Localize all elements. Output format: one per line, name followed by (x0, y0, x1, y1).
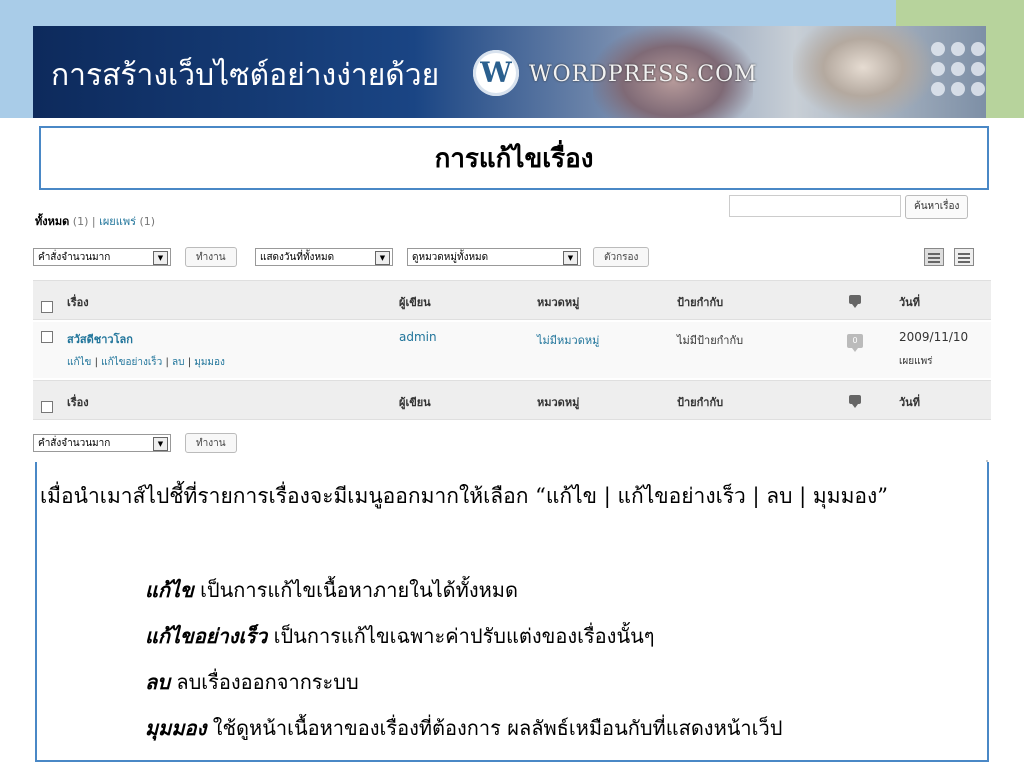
list-view-icon[interactable] (924, 248, 944, 266)
row-action-edit[interactable]: แก้ไข (67, 357, 91, 368)
comments-column-icon (849, 395, 861, 408)
explanation-term: ลบ (145, 670, 170, 694)
explanation-item-quick-edit: แก้ไขอย่างเร็ว เป็นการแก้ไขเฉพาะค่าปรับแ… (145, 620, 655, 652)
column-date[interactable]: วันที่ (899, 393, 920, 411)
chevron-down-icon: ▼ (153, 437, 168, 451)
column-title[interactable]: เรื่อง (67, 393, 89, 411)
header-banner: การสร้างเว็บไซต์อย่างง่ายด้วย W WORDPRES… (33, 26, 986, 118)
table-footer: เรื่อง ผู้เขียน หมวดหมู่ ป้ายกำกับ วันที… (33, 380, 991, 420)
post-status: เผยแพร่ (899, 356, 933, 367)
filter-all-link[interactable]: ทั้งหมด (35, 215, 69, 228)
section-title: การแก้ไขเรื่อง (39, 126, 989, 190)
search-input[interactable] (729, 195, 901, 217)
chevron-down-icon: ▼ (153, 251, 168, 265)
banner-photo-right (793, 26, 933, 118)
wordpress-logo-icon: W (473, 50, 519, 96)
column-categories: หมวดหมู่ (537, 296, 580, 309)
row-action-separator: | (165, 357, 169, 368)
post-author-link[interactable]: admin (399, 330, 437, 344)
date-filter-select[interactable]: แสดงวันที่ทั้งหมด ▼ (255, 248, 393, 266)
row-actions: แก้ไข | แก้ไขอย่างเร็ว | ลบ | มุมมอง (67, 355, 225, 370)
post-category-link[interactable]: ไม่มีหมวดหมู่ (537, 331, 599, 349)
chevron-down-icon: ▼ (375, 251, 390, 265)
banner-title: การสร้างเว็บไซต์อย่างง่ายด้วย (51, 58, 440, 93)
explanation-box: เมื่อนำเมาส์ไปชี้ที่รายการเรื่องจะมีเมนู… (35, 462, 989, 762)
explanation-term: แก้ไขอย่างเร็ว (145, 624, 268, 648)
row-action-separator: | (94, 357, 98, 368)
filter-separator: | (91, 215, 96, 228)
row-action-delete[interactable]: ลบ (172, 357, 184, 368)
filter-button[interactable]: ตัวกรอง (593, 247, 650, 267)
column-title[interactable]: เรื่อง (67, 293, 89, 311)
bulk-action-value: คำสั่งจำนวนมาก (38, 252, 111, 263)
search-posts-button[interactable]: ค้นหาเรื่อง (905, 195, 969, 219)
excerpt-view-icon[interactable] (954, 248, 974, 266)
bottom-apply-button[interactable]: ทำงาน (185, 433, 237, 453)
comment-count-badge[interactable]: 0 (847, 334, 863, 352)
column-author: ผู้เขียน (399, 396, 431, 409)
column-author: ผู้เขียน (399, 296, 431, 309)
filter-published-count: (1) (139, 215, 156, 228)
select-all-checkbox[interactable] (41, 401, 53, 413)
explanation-term: มุมมอง (145, 716, 207, 740)
select-all-checkbox[interactable] (41, 301, 53, 313)
filter-published-link[interactable]: เผยแพร่ (99, 215, 136, 228)
post-date: 2009/11/10 (899, 330, 969, 344)
explanation-term: แก้ไข (145, 578, 194, 602)
bottom-bulk-action-select[interactable]: คำสั่งจำนวนมาก ▼ (33, 434, 171, 452)
category-filter-value: ดูหมวดหมู่ทั้งหมด (412, 252, 489, 263)
bulk-action-select[interactable]: คำสั่งจำนวนมาก ▼ (33, 248, 171, 266)
post-status-filter: ทั้งหมด (1) | เผยแพร่ (1) (35, 212, 155, 230)
explanation-item-edit: แก้ไข เป็นการแก้ไขเนื้อหาภายในได้ทั้งหมด (145, 574, 518, 606)
bottom-bulk-action-value: คำสั่งจำนวนมาก (38, 438, 111, 449)
comments-column-icon (849, 295, 861, 308)
post-title-link[interactable]: สวัสดีชาวโลก (67, 330, 133, 348)
row-action-quick-edit[interactable]: แก้ไขอย่างเร็ว (101, 357, 162, 368)
wordpress-wordmark: WORDPRESS.COM (529, 62, 758, 87)
date-filter-value: แสดงวันที่ทั้งหมด (260, 252, 335, 263)
post-tags: ไม่มีป้ายกำกับ (677, 334, 744, 347)
category-filter-select[interactable]: ดูหมวดหมู่ทั้งหมด ▼ (407, 248, 581, 266)
table-header: เรื่อง ผู้เขียน หมวดหมู่ ป้ายกำกับ วันที… (33, 280, 991, 320)
column-date[interactable]: วันที่ (899, 293, 920, 311)
explanation-item-delete: ลบ ลบเรื่องออกจากระบบ (145, 666, 359, 698)
column-tags: ป้ายกำกับ (677, 396, 724, 409)
explanation-item-view: มุมมอง ใช้ดูหน้าเนื้อหาของเรื่องที่ต้องก… (145, 712, 782, 744)
banner-dots-decoration (931, 42, 985, 96)
column-tags: ป้ายกำกับ (677, 296, 724, 309)
chevron-down-icon: ▼ (563, 251, 578, 265)
filter-all-count: (1) (72, 215, 89, 228)
row-action-view[interactable]: มุมมอง (194, 357, 225, 368)
row-action-separator: | (187, 357, 192, 368)
table-row: สวัสดีชาวโลก แก้ไข | แก้ไขอย่างเร็ว | ลบ… (33, 322, 991, 378)
explanation-desc: เป็นการแก้ไขเนื้อหาภายในได้ทั้งหมด (200, 578, 518, 602)
explanation-intro: เมื่อนำเมาส์ไปชี้ที่รายการเรื่องจะมีเมนู… (40, 484, 889, 508)
row-checkbox[interactable] (41, 331, 53, 343)
explanation-desc: ใช้ดูหน้าเนื้อหาของเรื่องที่ต้องการ ผลลั… (212, 716, 783, 740)
apply-button[interactable]: ทำงาน (185, 247, 237, 267)
explanation-desc: ลบเรื่องออกจากระบบ (176, 670, 359, 694)
wordpress-posts-screenshot: ทั้งหมด (1) | เผยแพร่ (1) ค้นหาเรื่อง คำ… (33, 190, 991, 460)
explanation-desc: เป็นการแก้ไขเฉพาะค่าปรับแต่งของเรื่องนั้… (273, 624, 655, 648)
column-categories: หมวดหมู่ (537, 396, 580, 409)
